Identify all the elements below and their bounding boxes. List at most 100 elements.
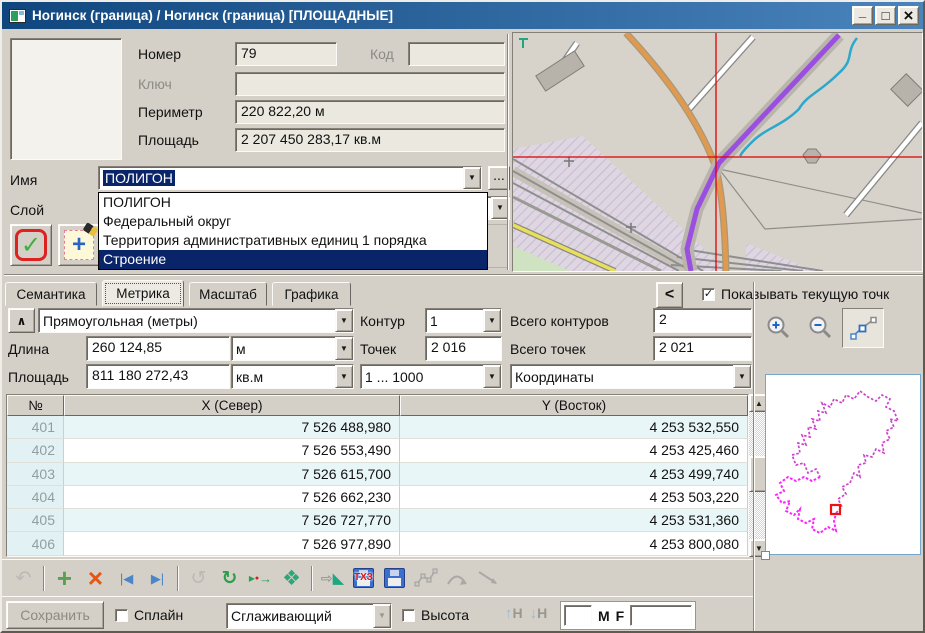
nomer-label: Номер (138, 46, 181, 62)
name-combobox-arrow[interactable]: ▼ (463, 167, 481, 189)
arrow-down-icon: ↓ (530, 605, 538, 622)
titlebar[interactable]: Ногинск (граница) / Ногинск (граница) [П… (2, 2, 923, 29)
preview-zoom-out-button[interactable] (802, 308, 840, 348)
coords-value: Координаты (511, 368, 733, 386)
mf-panel: М F (560, 601, 696, 630)
zoom-in-icon (766, 315, 792, 341)
save-txz-button[interactable]: ТХЗ (348, 564, 379, 593)
projection-combobox[interactable]: Прямоугольная (метры) ▼ (38, 308, 354, 333)
table-row[interactable]: 4057 526 727,7704 253 531,360 (7, 509, 748, 532)
snap-to-point-icon: ◣ (333, 569, 345, 588)
column-header[interactable]: X (Север) (64, 395, 400, 416)
dropdown-option[interactable]: Строение (99, 250, 487, 269)
collapse-up-button[interactable]: ∧ (8, 308, 35, 333)
tab-4[interactable]: Графика (272, 282, 351, 306)
table-row[interactable]: 4067 526 977,8904 253 800,080 (7, 532, 748, 555)
apply-button[interactable]: ✓ (10, 224, 52, 266)
column-header[interactable]: Y (Восток) (400, 395, 748, 416)
minimize-button[interactable]: _ (852, 6, 873, 25)
table-body: 4017 526 488,9804 253 532,5504027 526 55… (7, 416, 748, 556)
table-row[interactable]: 4017 526 488,9804 253 532,550 (7, 416, 748, 439)
range-value: 1 ... 1000 (361, 368, 483, 386)
undo-icon: ↶ (16, 569, 32, 588)
preview-polyline-toggle[interactable] (842, 308, 884, 348)
m-field[interactable] (564, 605, 592, 626)
map-canvas (513, 33, 922, 271)
reverse-direction-button[interactable]: ↻ (214, 564, 245, 593)
smoothing-combobox[interactable]: Сглаживающий ▼ (226, 603, 392, 629)
save-txz-icon: ТХЗ (353, 568, 374, 588)
cell-num: 405 (7, 509, 64, 532)
close-button[interactable]: × (898, 6, 919, 25)
projection-arrow[interactable]: ▼ (335, 309, 353, 332)
spline-checkbox[interactable]: Сплайн (115, 607, 183, 623)
current-point-marker (831, 505, 840, 514)
contour-combobox[interactable]: 1 ▼ (425, 308, 502, 333)
range-arrow[interactable]: ▼ (483, 365, 501, 388)
dropdown-option[interactable]: Территория административных единиц 1 пор… (99, 231, 487, 250)
snap-to-point-button[interactable]: ⇨◣ (317, 564, 348, 593)
add-point-button[interactable]: + (49, 564, 80, 593)
height-up-button[interactable]: ↑H (505, 605, 523, 622)
collapse-left-button[interactable]: < (656, 282, 683, 308)
add-object-button[interactable]: + (58, 224, 100, 266)
polyline-icon (849, 315, 877, 341)
polyline-mode-button (410, 564, 441, 593)
show-current-point-label: Показывать текущую точк (721, 286, 889, 302)
maximize-button[interactable]: □ (875, 6, 896, 25)
save-button[interactable]: Сохранить (6, 601, 104, 629)
chevron-down-icon: ▼ (496, 204, 504, 212)
map-view[interactable] (512, 32, 923, 272)
kod-label: Код (370, 46, 394, 62)
name-combobox[interactable]: ПОЛИГОН ▼ (98, 166, 482, 190)
f-field[interactable] (630, 605, 692, 626)
length-field[interactable]: 260 124,85 (86, 336, 230, 361)
nomer-field[interactable]: 79 (235, 42, 337, 66)
table-row[interactable]: 4037 526 615,7004 253 499,740 (7, 463, 748, 486)
coords-arrow[interactable]: ▼ (733, 365, 751, 388)
points-field[interactable]: 2 016 (425, 336, 502, 361)
height-checkbox[interactable]: Высота (402, 607, 469, 623)
total-points-field[interactable]: 2 021 (653, 336, 752, 361)
last-point-icon: ▶| (151, 569, 164, 588)
ploshchad-label: Площадь (138, 132, 199, 148)
edit-points-button[interactable]: ❖ (276, 564, 307, 593)
height-down-button[interactable]: ↓H (530, 605, 548, 622)
tab-1[interactable]: Семантика (5, 282, 97, 306)
preview-corner-handle[interactable] (761, 551, 770, 560)
rotate-contour-icon: ↺ (191, 569, 207, 588)
tab-3[interactable]: Масштаб (189, 282, 267, 306)
app-icon (9, 9, 26, 23)
total-contours-field[interactable]: 2 (653, 308, 752, 333)
area-unit-combobox[interactable]: кв.м ▼ (231, 364, 354, 389)
cell-y: 4 253 499,740 (400, 463, 748, 486)
area-field[interactable]: 811 180 272,43 (86, 364, 230, 389)
chevron-down-icon: ▼ (488, 373, 496, 381)
change-start-point-button[interactable]: ▸●→ (245, 564, 276, 593)
dropdown-option[interactable]: ПОЛИГОН (99, 193, 487, 212)
table-row[interactable]: 4047 526 662,2304 253 503,220 (7, 486, 748, 509)
tab-2[interactable]: Метрика (102, 280, 184, 307)
cell-y: 4 253 425,460 (400, 439, 748, 462)
kod-field (408, 42, 505, 66)
checkbox-icon (115, 609, 128, 622)
save-file-button[interactable] (379, 564, 410, 593)
preview-zoom-in-button[interactable] (760, 308, 798, 348)
show-current-point-checkbox[interactable]: ✓ Показывать текущую точк (702, 286, 889, 302)
area-unit-arrow[interactable]: ▼ (335, 365, 353, 388)
range-combobox[interactable]: 1 ... 1000 ▼ (360, 364, 502, 389)
last-point-button[interactable]: ▶| (142, 564, 173, 593)
table-row[interactable]: 4027 526 553,4904 253 425,460 (7, 439, 748, 462)
column-header[interactable]: № (7, 395, 64, 416)
contour-preview[interactable] (765, 374, 921, 555)
length-unit-combobox[interactable]: м ▼ (231, 336, 354, 361)
dropdown-option[interactable]: Федеральный округ (99, 212, 487, 231)
checkbox-icon (402, 609, 415, 622)
length-unit-arrow[interactable]: ▼ (335, 337, 353, 360)
first-point-button[interactable]: |◀ (111, 564, 142, 593)
delete-point-button[interactable]: × (80, 564, 111, 593)
contour-arrow[interactable]: ▼ (483, 309, 501, 332)
bottom-bar: Сохранить Сплайн Сглаживающий ▼ Высота ↑… (2, 596, 754, 633)
chevron-down-icon: ▼ (340, 345, 348, 353)
coords-combobox[interactable]: Координаты ▼ (510, 364, 752, 389)
